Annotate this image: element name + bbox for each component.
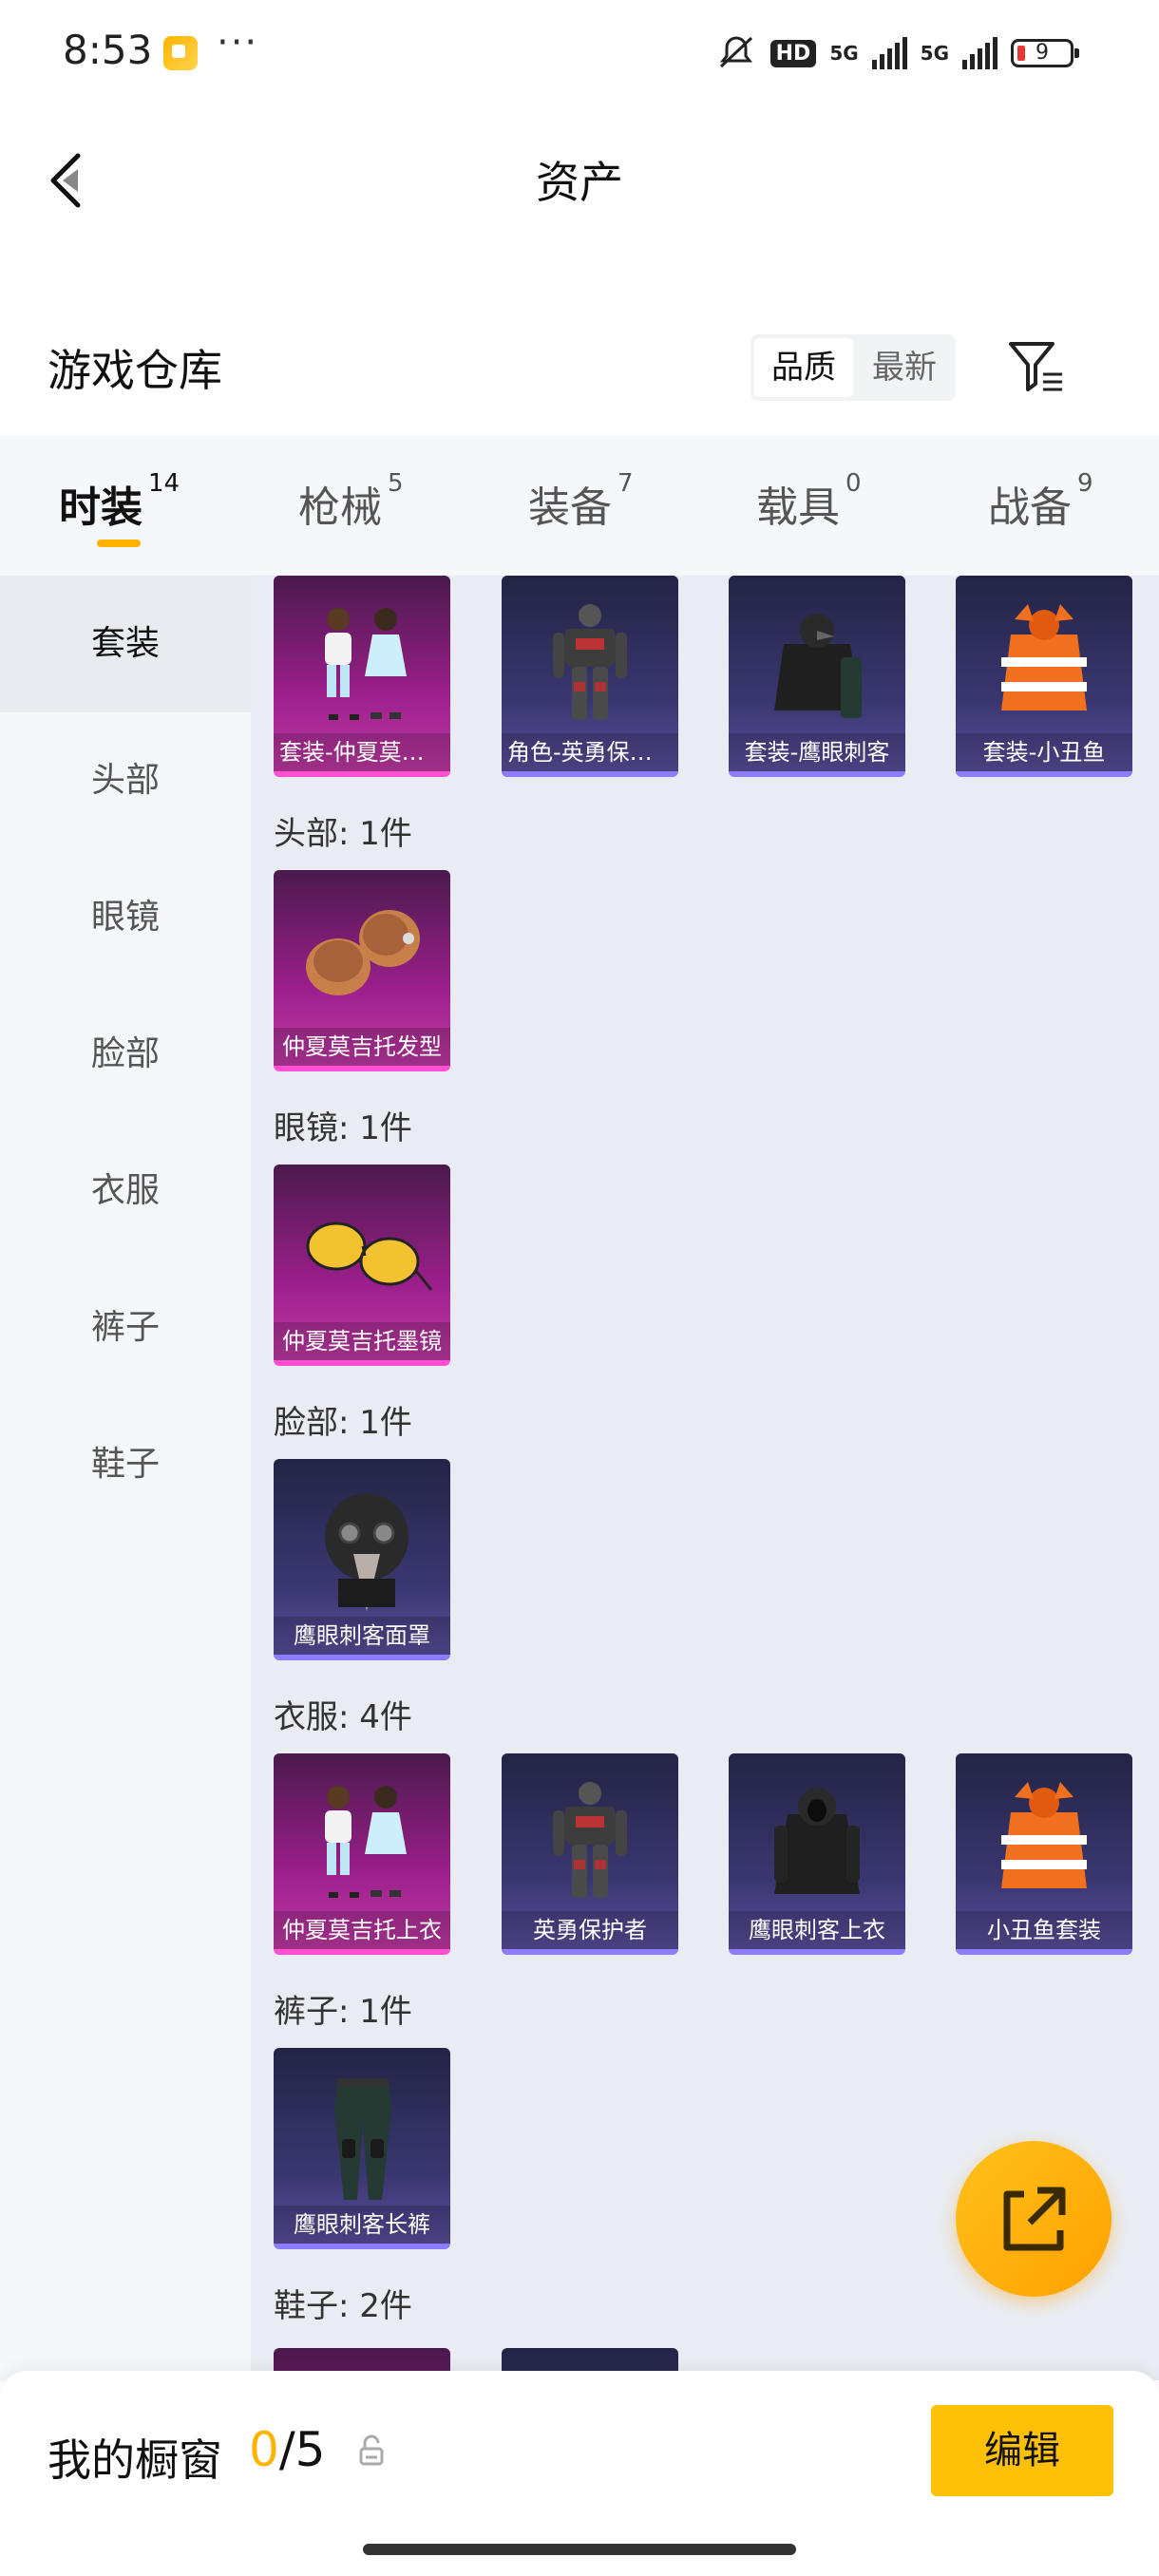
lock-icon — [357, 2434, 386, 2468]
item-card-suit-2[interactable]: 角色-英勇保护者 — [502, 576, 678, 777]
group-title-clothes: 衣服: 4件 — [274, 1698, 412, 1736]
network-5g-label-2: 5G — [920, 42, 949, 65]
status-indicators: HD 5G 5G 9 — [715, 32, 1079, 74]
dark-outfit-icon — [774, 614, 862, 718]
item-grid: 套装-仲夏莫吉托 角色-英勇保护者 套装-鹰眼刺客 套装-小丑鱼仲夏莫吉托发型 仲夏莫吉… — [251, 576, 1159, 2380]
showcase-count: 0/5 — [249, 2422, 326, 2477]
item-name: 鹰眼刺客上衣 — [729, 1911, 905, 1949]
item-card-suit-4[interactable]: 套装-小丑鱼 — [956, 576, 1132, 777]
group-title-glasses: 眼镜: 1件 — [274, 1109, 412, 1147]
sidebar-item-shoes[interactable]: 鞋子 — [0, 1396, 251, 1533]
item-name: 套装-仲夏莫吉托 — [274, 733, 450, 771]
pants-icon — [334, 2078, 391, 2200]
tab-equipment[interactable]: 装备 7 — [528, 469, 634, 534]
sidebar-item-head[interactable]: 头部 — [0, 712, 251, 849]
share-icon — [1003, 2187, 1066, 2251]
hd-voice-icon: HD — [770, 39, 817, 67]
item-card-suit-1[interactable]: 套装-仲夏莫吉托 — [274, 576, 450, 777]
sidebar-item-glasses[interactable]: 眼镜 — [0, 849, 251, 986]
sidebar-item-suits[interactable]: 套装 — [0, 576, 251, 712]
item-card-head-1[interactable]: 仲夏莫吉托发型 — [274, 870, 450, 1071]
status-time: 8:53 — [63, 27, 153, 73]
armor-figure-icon — [553, 604, 627, 720]
share-button[interactable] — [956, 2141, 1112, 2297]
more-notifications-icon: ··· — [217, 21, 259, 65]
item-name: 仲夏莫吉托上衣 — [274, 1911, 450, 1949]
sidebar-item-pants[interactable]: 裤子 — [0, 1260, 251, 1396]
hoodie-icon — [774, 1788, 860, 1894]
status-bar: 8:53 ··· HD 5G 5G 9 — [0, 0, 1159, 104]
network-5g-label: 5G — [829, 42, 859, 65]
sort-newest-button[interactable]: 最新 — [855, 338, 954, 397]
group-title-pants: 裤子: 1件 — [274, 1993, 412, 2031]
signal-icon-2 — [962, 37, 998, 69]
tab-fashion[interactable]: 时装 14 — [59, 469, 180, 534]
armor-figure-icon — [553, 1782, 627, 1898]
item-name: 套装-小丑鱼 — [956, 733, 1132, 771]
plague-mask-icon — [325, 1493, 408, 1611]
item-card-clothes-2[interactable]: 英勇保护者 — [502, 1753, 678, 1955]
group-title-head: 头部: 1件 — [274, 815, 412, 853]
sidebar: 套装 头部 眼镜 脸部 衣服 裤子 鞋子 — [0, 576, 251, 2380]
outfit-pair-icon — [325, 608, 407, 720]
sidebar-item-face[interactable]: 脸部 — [0, 986, 251, 1123]
filter-button[interactable] — [1007, 338, 1068, 395]
group-title-shoes: 鞋子: 2件 — [274, 2287, 412, 2325]
notification-app-icon — [163, 36, 198, 70]
item-name: 仲夏莫吉托发型 — [274, 1028, 450, 1066]
item-card-clothes-3[interactable]: 鹰眼刺客上衣 — [729, 1753, 905, 1955]
tab-vehicles[interactable]: 载具 0 — [756, 469, 862, 534]
hair-icon — [306, 910, 420, 995]
filter-icon — [1009, 342, 1062, 391]
item-card-clothes-1[interactable]: 仲夏莫吉托上衣 — [274, 1753, 450, 1955]
orange-jacket-icon — [1001, 1782, 1087, 1888]
item-name: 仲夏莫吉托墨镜 — [274, 1322, 450, 1360]
active-tab-indicator — [97, 540, 141, 547]
item-card-face-1[interactable]: 鹰眼刺客面罩 — [274, 1459, 450, 1660]
item-name: 鹰眼刺客面罩 — [274, 1617, 450, 1655]
item-card-pants-1[interactable]: 鹰眼刺客长裤 — [274, 2048, 450, 2249]
item-card-suit-3[interactable]: 套装-鹰眼刺客 — [729, 576, 905, 777]
tab-supplies[interactable]: 战备 9 — [988, 469, 1093, 534]
sidebar-item-clothes[interactable]: 衣服 — [0, 1123, 251, 1260]
home-indicator[interactable] — [363, 2544, 796, 2555]
section-title: 游戏仓库 — [48, 345, 222, 396]
orange-jacket-icon — [1001, 604, 1087, 710]
edit-button[interactable]: 编辑 — [931, 2405, 1113, 2496]
item-card-glasses-1[interactable]: 仲夏莫吉托墨镜 — [274, 1165, 450, 1366]
group-title-face: 脸部: 1件 — [274, 1404, 412, 1442]
item-name: 鹰眼刺客长裤 — [274, 2206, 450, 2244]
item-name: 英勇保护者 — [502, 1911, 678, 1949]
showcase-label: 我的橱窗 — [48, 2434, 222, 2486]
page-title: 资产 — [536, 157, 623, 208]
item-name: 角色-英勇保护者 — [502, 733, 678, 771]
signal-icon — [871, 37, 907, 69]
mute-icon — [719, 36, 752, 68]
sunglasses-icon — [306, 1222, 433, 1291]
outfit-pair-icon — [325, 1786, 407, 1898]
tab-guns[interactable]: 枪械 5 — [298, 469, 404, 534]
battery-icon: 9 — [1011, 39, 1079, 67]
category-tabs: 时装 14 枪械 5 装备 7 载具 0 战备 9 — [0, 435, 1159, 578]
sort-quality-button[interactable]: 品质 — [754, 338, 853, 397]
item-card-clothes-4[interactable]: 小丑鱼套装 — [956, 1753, 1132, 1955]
item-name: 小丑鱼套装 — [956, 1911, 1132, 1949]
item-name: 套装-鹰眼刺客 — [729, 733, 905, 771]
